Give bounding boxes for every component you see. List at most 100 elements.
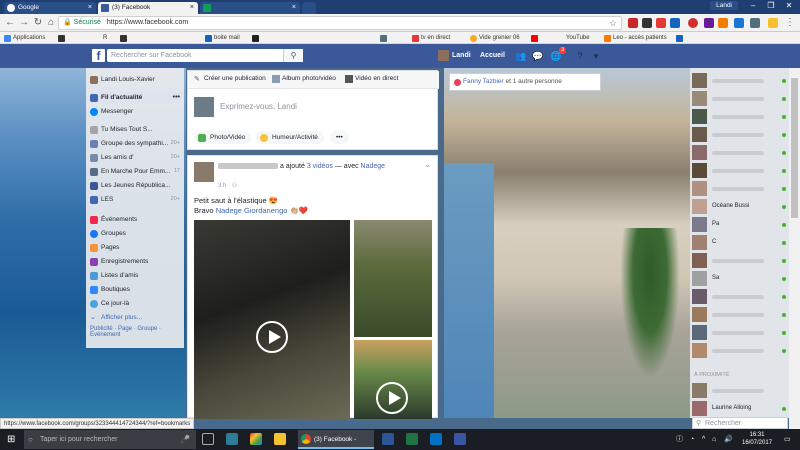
sidebar-item-messenger[interactable]: Messenger: [90, 106, 182, 117]
window-user-badge[interactable]: Landi: [710, 1, 738, 10]
forward-icon[interactable]: →: [18, 17, 30, 29]
chat-contact[interactable]: [692, 90, 786, 108]
adblock-icon[interactable]: [688, 18, 698, 28]
reload-icon[interactable]: ↻: [32, 17, 44, 29]
chat-contact[interactable]: [692, 144, 786, 162]
video-thumbnail[interactable]: [354, 340, 432, 419]
account-menu-icon[interactable]: ▾: [590, 50, 602, 62]
bookmark-item[interactable]: R: [94, 34, 107, 43]
page-scrollbar[interactable]: [789, 68, 800, 429]
chat-contact[interactable]: [692, 126, 786, 144]
extension-icon[interactable]: [734, 18, 744, 28]
minimize-icon[interactable]: –: [744, 0, 762, 12]
chat-contact[interactable]: Océane Bussi: [692, 198, 786, 216]
bookmark-applications[interactable]: Applications: [4, 34, 45, 43]
sidebar-item-on-this-day[interactable]: Ce jour-là: [90, 298, 182, 309]
chat-contact[interactable]: Sa: [692, 270, 786, 288]
tab-create-post[interactable]: ✎ Créer une publication: [194, 75, 266, 83]
video-thumbnail[interactable]: [194, 220, 350, 419]
extension-icon[interactable]: [718, 18, 728, 28]
tab-facebook[interactable]: (3) Facebook ×: [98, 2, 198, 14]
sidebar-item-group[interactable]: Groupe des sympathi... 20+: [90, 138, 182, 149]
messages-icon[interactable]: 💬: [532, 50, 544, 62]
extension-icon[interactable]: [670, 18, 680, 28]
new-tab-button[interactable]: [302, 2, 316, 14]
volume-icon[interactable]: 🔊: [724, 429, 733, 450]
sidebar-item-group[interactable]: En Marche Pour Emm... 17: [90, 166, 182, 177]
play-icon[interactable]: [256, 321, 288, 353]
sidebar-item-groups[interactable]: Groupes: [90, 228, 182, 239]
sidebar-item-events[interactable]: Événements: [90, 214, 182, 225]
more-options-button[interactable]: •••: [330, 131, 349, 144]
notifications-icon[interactable]: 🌐 3: [550, 47, 566, 62]
chat-contact[interactable]: [692, 306, 786, 324]
search-icon[interactable]: ⚲: [283, 49, 303, 62]
bookmark-leo[interactable]: Leo - accès patients: [604, 34, 667, 43]
more-options-icon[interactable]: •••: [173, 92, 180, 103]
sidebar-item-pages[interactable]: Pages: [90, 242, 182, 253]
facebook-logo-icon[interactable]: f: [92, 49, 105, 63]
windows-start-icon[interactable]: ⊞: [7, 434, 18, 445]
composer-input[interactable]: Exprimez-vous, Landi: [220, 102, 297, 111]
profile-link[interactable]: Landi: [438, 50, 471, 62]
network-icon[interactable]: ⌂: [712, 429, 716, 450]
chat-contact[interactable]: [692, 162, 786, 180]
author-name-redacted[interactable]: [218, 163, 278, 170]
close-tab-icon[interactable]: ×: [190, 2, 194, 14]
bookmark-star-icon[interactable]: ☆: [609, 17, 617, 29]
avatar[interactable]: [194, 162, 214, 182]
notification-name[interactable]: Fanny Tazbier: [463, 78, 504, 85]
close-window-icon[interactable]: ✕: [780, 0, 798, 12]
scrollbar-thumb[interactable]: [791, 78, 798, 218]
extension-icon[interactable]: [656, 18, 666, 28]
microphone-icon[interactable]: 🎤: [180, 430, 190, 449]
sidebar-item-shops[interactable]: Boutiques: [90, 284, 182, 295]
video-thumbnail[interactable]: [354, 220, 432, 337]
word-icon[interactable]: [382, 433, 394, 445]
show-more-link[interactable]: ⌄ Afficher plus...: [90, 312, 182, 323]
help-icon[interactable]: ⓘ: [676, 429, 683, 450]
task-view-icon[interactable]: [202, 433, 214, 445]
bookmark-boite-mail[interactable]: boite mail: [205, 34, 240, 43]
friend-requests-icon[interactable]: 👥: [515, 50, 527, 62]
chat-contact[interactable]: [692, 108, 786, 126]
extension-icon[interactable]: [628, 18, 638, 28]
visio-icon[interactable]: [454, 433, 466, 445]
back-icon[interactable]: ←: [4, 17, 16, 29]
notification-popup[interactable]: Fanny Tazbier et 1 autre personne: [449, 73, 601, 91]
outlook-icon[interactable]: [430, 433, 442, 445]
edge-icon[interactable]: [226, 433, 238, 445]
extension-icon[interactable]: [704, 18, 714, 28]
chat-contact[interactable]: [692, 342, 786, 360]
post-options-icon[interactable]: ⌄: [424, 160, 431, 169]
extension-icon[interactable]: [750, 18, 760, 28]
taskbar-search-input[interactable]: ○ Taper ici pour rechercher 🎤: [24, 430, 196, 449]
videos-link[interactable]: 3 vidéos: [307, 163, 333, 170]
chat-contact[interactable]: Laurine Alloing: [692, 400, 786, 418]
chat-contact[interactable]: [692, 324, 786, 342]
sidebar-item-friend-lists[interactable]: Listes d'amis: [90, 270, 182, 281]
sidebar-item-group[interactable]: Les Jeunes Républica...: [90, 180, 182, 191]
chat-contact[interactable]: Pa: [692, 216, 786, 234]
action-center-icon[interactable]: ▭: [784, 429, 791, 450]
tab-live-video[interactable]: Vidéo en direct: [345, 75, 398, 83]
bookmark-tv-en-direct[interactable]: tv en direct: [412, 34, 450, 43]
chat-contact[interactable]: [692, 72, 786, 90]
chat-search-input[interactable]: ⚲ Rechercher: [692, 417, 788, 429]
sidebar-item-group[interactable]: Tu Mises Tout S...: [90, 124, 182, 135]
close-tab-icon[interactable]: ×: [292, 2, 296, 14]
mention-link[interactable]: Nadege Giordanengo: [216, 206, 288, 215]
taskbar-clock[interactable]: 16:31 16/07/2017: [742, 431, 772, 447]
url-input[interactable]: 🔒 Sécurisé https://www.facebook.com ☆: [58, 16, 622, 30]
tab-google[interactable]: Google ×: [4, 2, 96, 14]
file-explorer-icon[interactable]: [274, 433, 286, 445]
help-icon[interactable]: ?: [574, 50, 586, 62]
tagged-person-link[interactable]: Nadege: [361, 163, 386, 170]
chat-contact[interactable]: [692, 252, 786, 270]
sidebar-item-group[interactable]: Les amis d' 20+: [90, 152, 182, 163]
project-icon[interactable]: [406, 433, 418, 445]
bookmark-vide-grenier[interactable]: Vide grenier 06: [470, 34, 520, 43]
chrome-menu-icon[interactable]: ⋮: [784, 17, 796, 29]
facebook-search-input[interactable]: Rechercher sur Facebook ⚲: [107, 49, 303, 62]
show-hidden-icons[interactable]: ^: [702, 429, 705, 450]
